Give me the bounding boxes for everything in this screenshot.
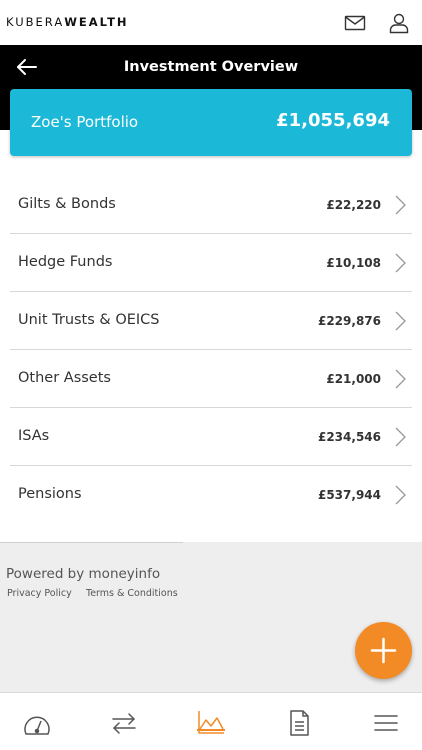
holding-value: £229,876 bbox=[317, 314, 381, 328]
holding-value: £537,944 bbox=[317, 488, 381, 502]
holding-row-unit-trusts[interactable]: Unit Trusts & OEICS £229,876 bbox=[10, 292, 412, 350]
holding-value: £10,108 bbox=[326, 256, 381, 270]
terms-link[interactable]: Terms & Conditions bbox=[86, 588, 178, 599]
holding-value: £22,220 bbox=[326, 198, 381, 212]
footer-divider bbox=[0, 542, 183, 543]
holdings-list: Gilts & Bonds £22,220 Hedge Funds £10,10… bbox=[10, 176, 412, 524]
top-bar: KUBERAWEALTH bbox=[0, 0, 422, 45]
holding-label: ISAs bbox=[18, 428, 50, 444]
chevron-right-icon bbox=[394, 311, 406, 331]
holding-row-other-assets[interactable]: Other Assets £21,000 bbox=[10, 350, 412, 408]
powered-by-text: Powered by moneyinfo bbox=[6, 566, 161, 582]
holding-label: Unit Trusts & OEICS bbox=[18, 312, 160, 328]
document-icon bbox=[290, 710, 309, 736]
brand-logo: KUBERAWEALTH bbox=[6, 15, 129, 29]
plus-icon bbox=[370, 637, 397, 664]
holding-label: Hedge Funds bbox=[18, 254, 113, 270]
chevron-right-icon bbox=[394, 195, 406, 215]
brand-logo-part2: WEALTH bbox=[64, 15, 129, 29]
brand-logo-part1: KUBERA bbox=[6, 15, 65, 29]
chevron-right-icon bbox=[394, 369, 406, 389]
holding-label: Gilts & Bonds bbox=[18, 196, 116, 212]
holding-row-pensions[interactable]: Pensions £537,944 bbox=[10, 466, 412, 524]
area-chart-icon bbox=[198, 711, 224, 734]
holding-value: £234,546 bbox=[317, 430, 381, 444]
tab-transfers[interactable] bbox=[109, 709, 139, 737]
portfolio-value: £1,055,694 bbox=[276, 110, 390, 131]
holding-row-isas[interactable]: ISAs £234,546 bbox=[10, 408, 412, 466]
user-icon[interactable] bbox=[387, 11, 411, 35]
bottom-tab-bar bbox=[0, 692, 422, 750]
holding-label: Pensions bbox=[18, 486, 82, 502]
portfolio-card[interactable]: Zoe's Portfolio £1,055,694 bbox=[10, 89, 412, 156]
holding-row-hedge-funds[interactable]: Hedge Funds £10,108 bbox=[10, 234, 412, 292]
tab-menu[interactable] bbox=[371, 709, 401, 737]
mail-icon[interactable] bbox=[343, 11, 367, 35]
portfolio-name: Zoe's Portfolio bbox=[31, 113, 139, 131]
privacy-policy-link[interactable]: Privacy Policy bbox=[7, 588, 72, 599]
menu-icon bbox=[374, 715, 398, 731]
tab-documents[interactable] bbox=[284, 709, 314, 737]
holding-label: Other Assets bbox=[18, 370, 111, 386]
holding-value: £21,000 bbox=[326, 372, 381, 386]
transfer-arrows-icon bbox=[112, 713, 136, 734]
active-tab-indicator bbox=[197, 729, 225, 731]
chevron-right-icon bbox=[394, 427, 406, 447]
holding-row-gilts-bonds[interactable]: Gilts & Bonds £22,220 bbox=[10, 176, 412, 234]
page-title: Investment Overview bbox=[123, 59, 299, 75]
tab-dashboard[interactable] bbox=[22, 709, 52, 737]
chevron-right-icon bbox=[394, 253, 406, 273]
dashboard-gauge-icon bbox=[24, 716, 50, 735]
tab-investments[interactable] bbox=[196, 709, 226, 737]
add-button[interactable] bbox=[355, 622, 412, 679]
chevron-right-icon bbox=[394, 485, 406, 505]
